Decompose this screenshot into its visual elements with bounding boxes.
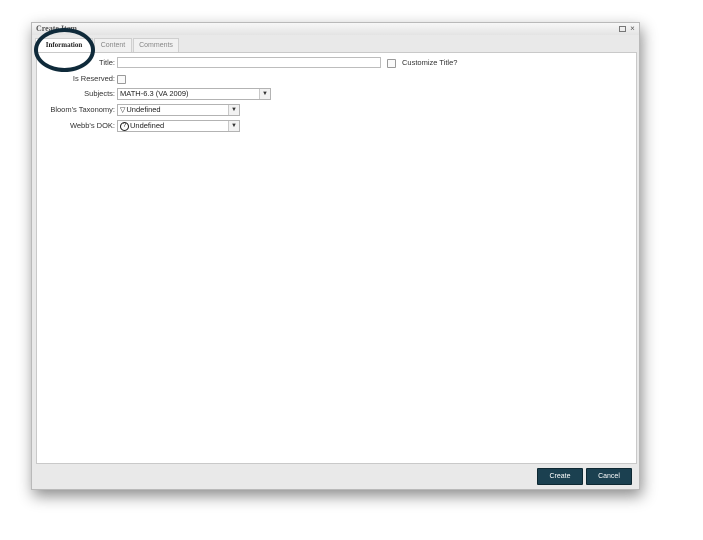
subjects-value: MATH-6.3 (VA 2009): [120, 89, 189, 98]
create-item-dialog: Create Item × Information Content Commen…: [31, 22, 640, 490]
is-reserved-checkbox[interactable]: [117, 75, 126, 84]
tab-content[interactable]: Content: [94, 38, 132, 52]
create-button[interactable]: Create: [537, 468, 583, 485]
customize-title-label: Customize Title?: [402, 58, 458, 67]
subjects-select[interactable]: MATH-6.3 (VA 2009) ▼: [117, 88, 271, 100]
title-row: Title: Customize Title?: [37, 57, 636, 69]
highlight-circle: [34, 28, 95, 72]
dialog-titlebar[interactable]: Create Item ×: [32, 23, 639, 35]
webbs-select[interactable]: ? Undefined ▼: [117, 120, 240, 132]
information-panel: Title: Customize Title? Is Reserved: Sub…: [36, 52, 637, 464]
cancel-button[interactable]: Cancel: [586, 468, 632, 485]
tab-comments[interactable]: Comments: [133, 38, 179, 52]
blooms-row: Bloom's Taxonomy: ▽Undefined ▼: [37, 104, 636, 116]
webbs-row: Webb's DOK: ? Undefined ▼: [37, 120, 636, 132]
blooms-label: Bloom's Taxonomy:: [50, 105, 115, 114]
webbs-value: Undefined: [130, 121, 165, 130]
blooms-select[interactable]: ▽Undefined ▼: [117, 104, 240, 116]
is-reserved-row: Is Reserved:: [37, 73, 636, 85]
pyramid-icon: ▽: [120, 107, 126, 114]
close-icon[interactable]: ×: [629, 25, 636, 33]
question-circle-icon: ?: [120, 121, 129, 131]
blooms-value: Undefined: [126, 105, 161, 114]
title-input[interactable]: [117, 57, 381, 68]
chevron-down-icon: ▼: [228, 121, 239, 131]
subjects-label: Subjects:: [84, 89, 115, 98]
webbs-label: Webb's DOK:: [69, 121, 115, 130]
subjects-row: Subjects: MATH-6.3 (VA 2009) ▼: [37, 88, 636, 100]
chevron-down-icon: ▼: [259, 89, 270, 99]
maximize-icon[interactable]: [619, 26, 626, 32]
customize-title-checkbox[interactable]: [387, 59, 396, 68]
chevron-down-icon: ▼: [228, 105, 239, 115]
is-reserved-label: Is Reserved:: [72, 74, 115, 83]
